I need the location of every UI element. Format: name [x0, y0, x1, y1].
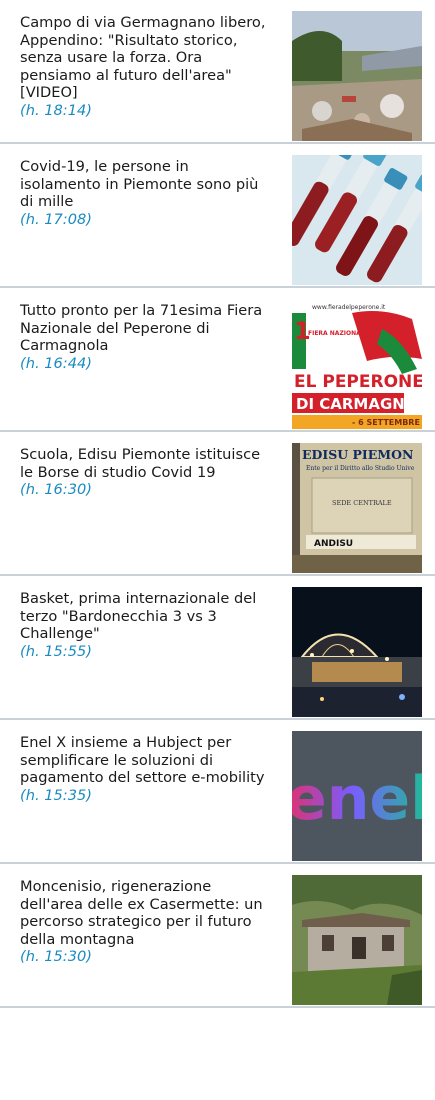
news-title-link[interactable]: Tutto pronto per la 71esima Fiera Nazion…: [20, 302, 270, 372]
fiera-peperone-poster[interactable]: www.fieradelpeperone.it 1 FIERA NAZIONAL…: [292, 299, 422, 429]
news-time: (h. 16:44): [20, 354, 92, 372]
news-time: (h. 15:30): [20, 948, 92, 965]
news-title-link[interactable]: Campo di via Germagnano libero, Appendin…: [20, 14, 270, 119]
news-time: (h. 17:08): [20, 210, 92, 228]
news-time: (h. 15:55): [20, 642, 92, 660]
news-title-link[interactable]: Basket, prima internazionale del terzo "…: [20, 590, 270, 660]
news-item[interactable]: Covid-19, le persone in isolamento in Pi…: [0, 144, 435, 288]
svg-text:EDISU PIEMON: EDISU PIEMON: [302, 447, 413, 462]
news-item[interactable]: Basket, prima internazionale del terzo "…: [0, 576, 435, 720]
news-item[interactable]: Moncenisio, rigenerazione dell'area dell…: [0, 864, 435, 1008]
news-time: (h. 16:30): [20, 481, 92, 498]
news-time: (h. 15:35): [20, 786, 92, 804]
news-list: Campo di via Germagnano libero, Appendin…: [0, 0, 435, 1008]
news-item[interactable]: Campo di via Germagnano libero, Appendin…: [0, 0, 435, 144]
svg-text:enel: enel: [292, 764, 422, 834]
news-time: (h. 18:14): [20, 101, 92, 119]
news-item[interactable]: Scuola, Edisu Piemonte istituisce le Bor…: [0, 432, 435, 576]
news-title-link[interactable]: Covid-19, le persone in isolamento in Pi…: [20, 158, 270, 228]
news-item[interactable]: Enel X insieme a Hubject per semplificar…: [0, 720, 435, 864]
edisu-sign-photo[interactable]: EDISU PIEMON Ente per il Diritto allo St…: [292, 443, 422, 573]
blood-sample-tubes-photo[interactable]: [292, 155, 422, 285]
svg-text:EL PEPERONE: EL PEPERONE: [294, 372, 422, 392]
svg-text:ANDISU: ANDISU: [314, 539, 353, 549]
news-title-link[interactable]: Scuola, Edisu Piemonte istituisce le Bor…: [20, 446, 270, 499]
svg-text:Ente per il Diritto allo Studi: Ente per il Diritto allo Studio Unive: [306, 465, 415, 472]
enel-logo-sign-photo[interactable]: enel: [292, 731, 422, 861]
news-item[interactable]: Tutto pronto per la 71esima Fiera Nazion…: [0, 288, 435, 432]
svg-text:DI CARMAGNOLA: DI CARMAGNOLA: [296, 395, 422, 413]
night-basket-court-photo[interactable]: [292, 587, 422, 717]
svg-text:www.fieradelpeperone.it: www.fieradelpeperone.it: [312, 304, 386, 311]
ruined-barracks-photo[interactable]: [292, 875, 422, 1005]
svg-text:- 6 SETTEMBRE: - 6 SETTEMBRE: [352, 418, 420, 427]
demolished-camp-photo[interactable]: [292, 11, 422, 141]
news-title-link[interactable]: Enel X insieme a Hubject per semplificar…: [20, 734, 270, 804]
svg-text:SEDE CENTRALE: SEDE CENTRALE: [332, 499, 392, 507]
news-title-link[interactable]: Moncenisio, rigenerazione dell'area dell…: [20, 878, 270, 966]
